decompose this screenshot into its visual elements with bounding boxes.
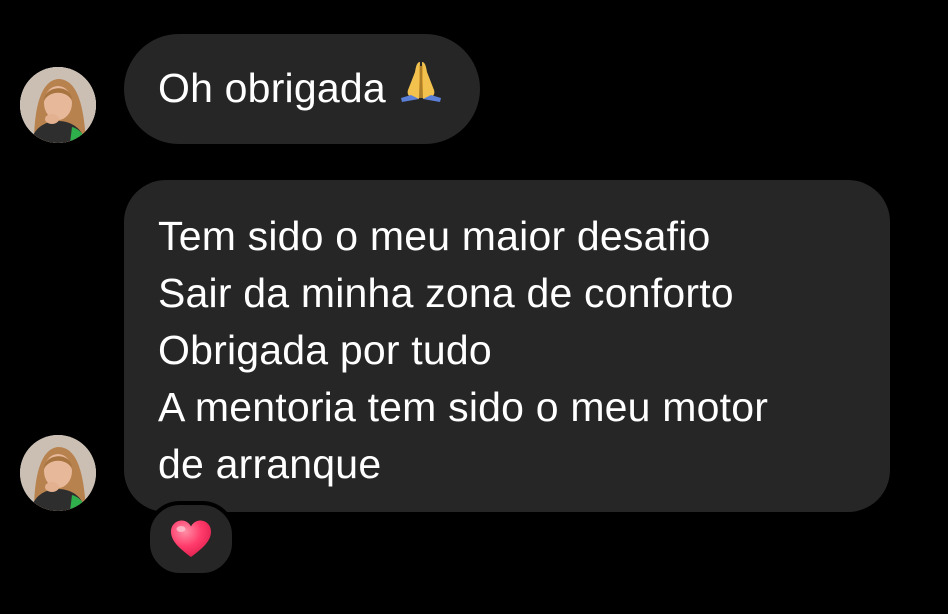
message-line: Sair da minha zona de conforto [158, 270, 734, 316]
message-line: Obrigada por tudo [158, 327, 492, 373]
folded-hands-icon [398, 58, 444, 117]
avatar-photo-icon [20, 67, 96, 143]
message-line: de arranque [158, 441, 382, 487]
avatar-photo-icon [20, 435, 96, 511]
message-text: Oh obrigada [158, 65, 386, 111]
sender-avatar[interactable] [20, 67, 96, 143]
reaction-badge[interactable] [146, 501, 236, 577]
sender-avatar[interactable] [20, 435, 96, 511]
message-line: Tem sido o meu maior desafio [158, 213, 711, 259]
message-bubble[interactable]: Tem sido o meu maior desafio Sair da min… [124, 180, 890, 512]
message-bubble[interactable]: Oh obrigada [124, 34, 480, 144]
red-heart-icon [171, 520, 211, 557]
message-line: A mentoria tem sido o meu motor [158, 384, 769, 430]
